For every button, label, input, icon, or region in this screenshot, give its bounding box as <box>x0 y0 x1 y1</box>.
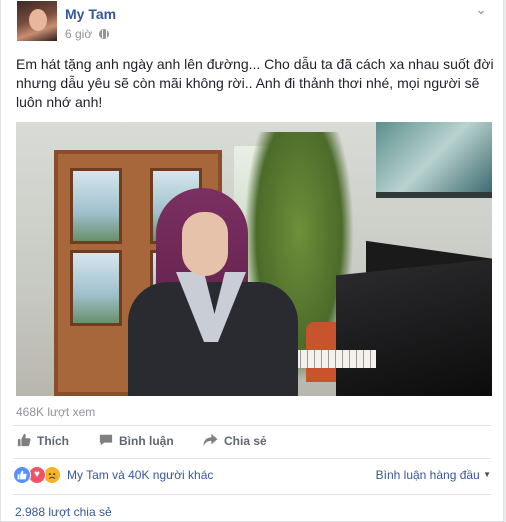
video-click-area[interactable] <box>16 122 492 396</box>
reactions-row: ♥ My Tam và 40K người khác Bình luận hàn… <box>13 465 495 487</box>
share-button[interactable]: Chia sẻ <box>203 426 267 456</box>
share-label: Chia sẻ <box>224 434 267 448</box>
post-time[interactable]: 6 giờ <box>65 27 92 41</box>
share-count[interactable]: 2.988 lượt chia sẻ <box>15 505 112 519</box>
view-count: 468K lượt xem <box>16 405 96 419</box>
like-button[interactable]: Thích <box>17 426 69 456</box>
post-meta: 6 giờ <box>65 27 109 41</box>
comment-label: Bình luận <box>119 434 174 448</box>
like-label: Thích <box>37 434 69 448</box>
thumbs-up-icon <box>17 433 31 450</box>
comment-button[interactable]: Bình luận <box>99 426 174 456</box>
caret-down-icon: ▼ <box>483 470 491 479</box>
avatar-face <box>29 9 47 31</box>
comment-sort-dropdown[interactable]: Bình luận hàng đầu ▼ <box>376 468 491 482</box>
post-card: My Tam 6 giờ ⌄ Em hát tặng anh ngày anh … <box>0 0 504 522</box>
chevron-down-icon[interactable]: ⌄ <box>473 2 489 16</box>
action-bar: Thích Bình luận Chia sẻ <box>13 426 483 456</box>
author-avatar[interactable] <box>17 1 57 41</box>
post-header: My Tam 6 giờ ⌄ <box>13 0 491 50</box>
divider <box>13 458 491 459</box>
comment-icon <box>99 433 113 450</box>
share-icon <box>203 433 218 450</box>
reaction-icons[interactable]: ♥ <box>13 466 67 484</box>
reactors-summary[interactable]: My Tam và 40K người khác <box>67 468 213 482</box>
divider <box>13 494 491 495</box>
video-player[interactable] <box>16 122 492 396</box>
author-name[interactable]: My Tam <box>65 6 116 22</box>
like-icon <box>13 466 31 484</box>
globe-icon <box>98 29 109 39</box>
comment-sort-label: Bình luận hàng đầu <box>375 468 480 482</box>
post-text: Em hát tặng anh ngày anh lên đường... Ch… <box>16 56 494 110</box>
